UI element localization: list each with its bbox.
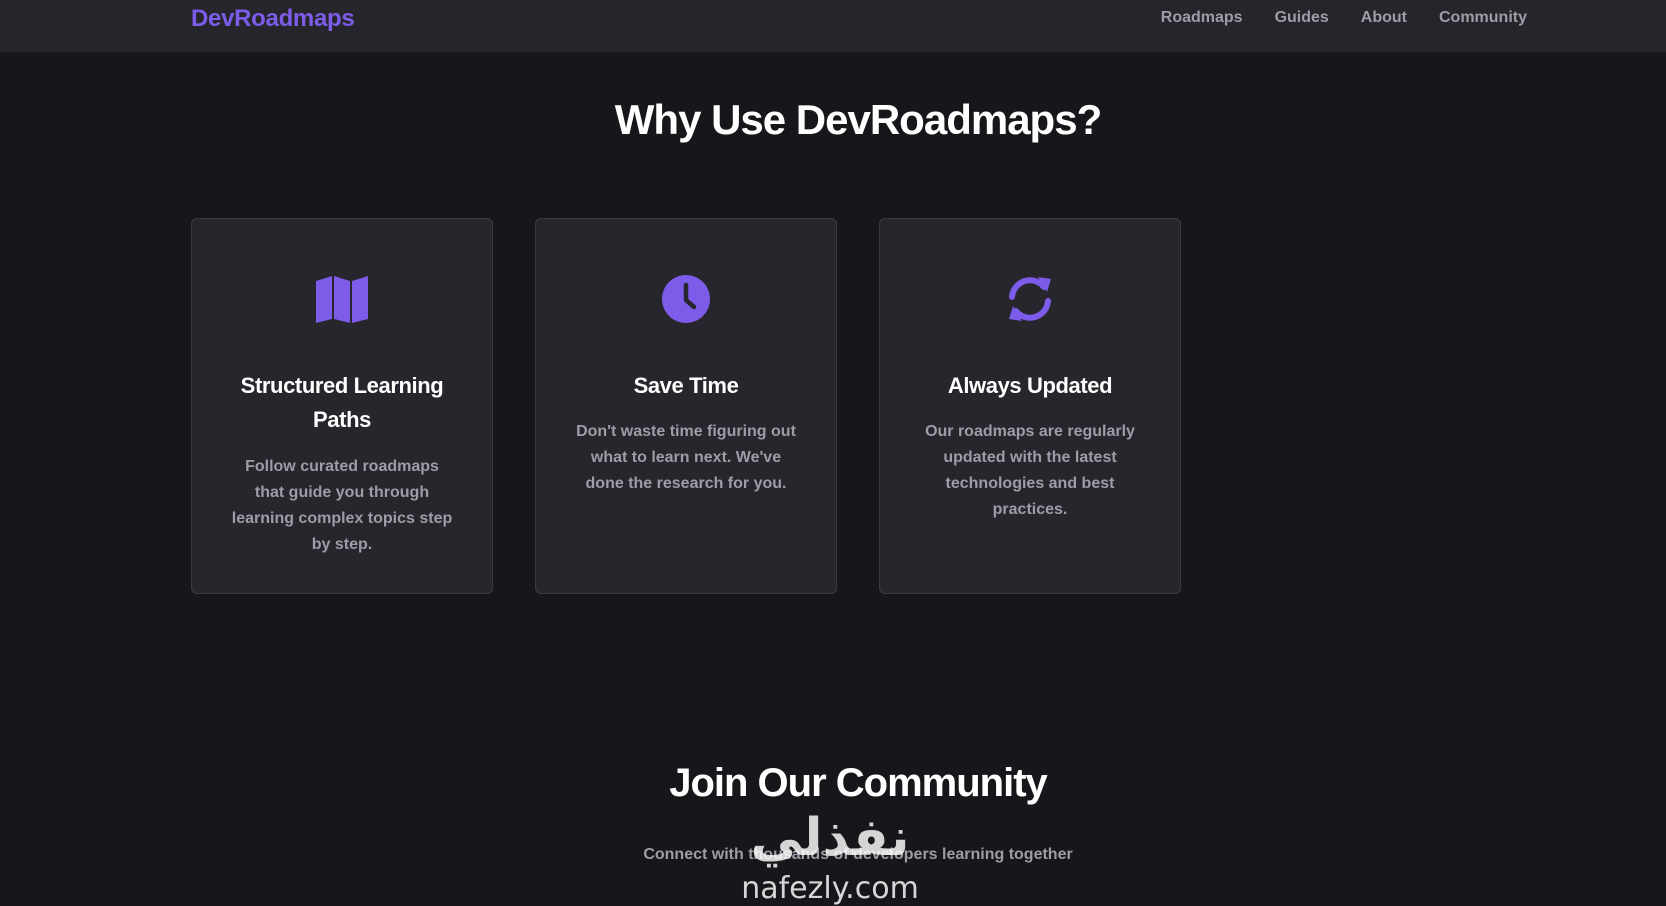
card-description: Don't waste time figuring out what to le… (576, 423, 796, 492)
nav-link-community[interactable]: Community (1439, 9, 1527, 27)
card-description: Follow curated roadmaps that guide you t… (231, 458, 453, 553)
top-navbar: DevRoadmaps Roadmaps Guides About Commun… (0, 0, 1666, 52)
page: DevRoadmaps Roadmaps Guides About Commun… (0, 0, 1666, 906)
nav-links: Roadmaps Guides About Community (1161, 9, 1527, 27)
feature-card-save-time: Save Time Don't waste time figuring out … (535, 218, 837, 594)
site-logo[interactable]: DevRoadmaps (191, 5, 355, 33)
community-section-title: Join Our Community (669, 761, 1048, 805)
feature-card-structured-learning: Structured Learning Paths Follow curated… (191, 218, 493, 594)
svg-text:nafezly.com: nafezly.com (741, 871, 919, 906)
card-description: Our roadmaps are regularly updated with … (925, 423, 1135, 518)
card-title: Save Time (633, 373, 739, 398)
map-icon (314, 271, 370, 327)
refresh-icon (1002, 271, 1058, 327)
nav-link-roadmaps[interactable]: Roadmaps (1161, 9, 1243, 27)
nav-link-about[interactable]: About (1361, 9, 1407, 27)
community-subtitle: Connect with thousands of developers lea… (643, 846, 1073, 863)
nav-link-guides[interactable]: Guides (1275, 9, 1329, 27)
feature-card-always-updated: Always Updated Our roadmaps are regularl… (879, 218, 1181, 594)
card-title: Always Updated (947, 373, 1113, 398)
clock-icon (658, 271, 714, 327)
card-title: Structured Learning Paths (240, 373, 444, 432)
why-section-title: Why Use DevRoadmaps? (614, 96, 1102, 143)
